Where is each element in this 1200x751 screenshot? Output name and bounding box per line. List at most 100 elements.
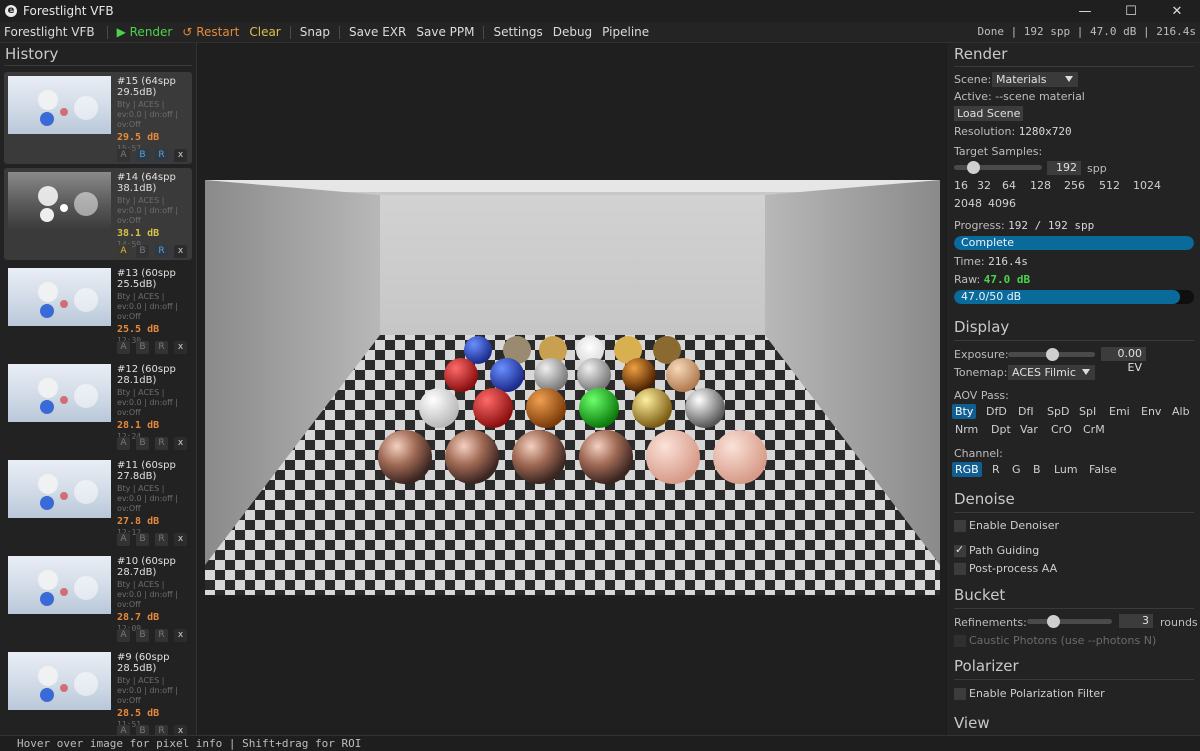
compare-b-button[interactable]: B [136, 725, 149, 735]
history-thumbnail[interactable] [8, 364, 111, 422]
aov-emi[interactable]: Emi [1106, 404, 1133, 419]
aov-var[interactable]: Var [1017, 422, 1041, 437]
preset-512[interactable]: 512 [1099, 179, 1120, 192]
channel-false[interactable]: False [1086, 462, 1120, 477]
aov-alb[interactable]: Alb [1169, 404, 1193, 419]
viewport[interactable] [198, 43, 946, 735]
aov-cro[interactable]: CrO [1048, 422, 1075, 437]
restore-button[interactable]: R [155, 341, 168, 354]
compare-a-button[interactable]: A [117, 629, 130, 642]
history-item[interactable]: #15 (64spp 29.5dB) Bty | ACES | ev:0.0 | … [4, 72, 192, 164]
enable-denoiser-checkbox[interactable] [954, 520, 966, 532]
compare-b-button[interactable]: B [136, 533, 149, 546]
channel-rgb[interactable]: RGB [952, 462, 982, 477]
history-thumbnail[interactable] [8, 172, 111, 230]
compare-b-button[interactable]: B [136, 629, 149, 642]
settings-menu[interactable]: Settings [488, 25, 547, 39]
scene-select[interactable]: Materials [992, 72, 1078, 87]
aov-nrm[interactable]: Nrm [952, 422, 981, 437]
history-thumbnail[interactable] [8, 460, 111, 518]
preset-4096[interactable]: 4096 [988, 197, 1016, 210]
pipeline-menu[interactable]: Pipeline [597, 25, 654, 39]
polarization-checkbox[interactable] [954, 688, 966, 700]
close-button[interactable]: ✕ [1154, 0, 1200, 22]
compare-a-button[interactable]: A [117, 725, 130, 735]
save-ppm-button[interactable]: Save PPM [411, 25, 479, 39]
restore-button[interactable]: R [155, 437, 168, 450]
preset-32[interactable]: 32 [977, 179, 991, 192]
preset-64[interactable]: 64 [1002, 179, 1016, 192]
exposure-thumb[interactable] [1045, 348, 1059, 361]
aov-dfi[interactable]: DfI [1015, 404, 1037, 419]
compare-a-button[interactable]: A [117, 533, 130, 546]
delete-history-button[interactable]: x [174, 341, 187, 354]
debug-menu[interactable]: Debug [548, 25, 597, 39]
target-samples-thumb[interactable] [967, 161, 981, 174]
exposure-input[interactable]: 0.00 EV [1101, 347, 1146, 374]
restore-button[interactable]: R [155, 629, 168, 642]
refinements-thumb[interactable] [1046, 615, 1060, 628]
restore-button[interactable]: R [155, 533, 168, 546]
history-item[interactable]: #13 (60spp 25.5dB) Bty | ACES | ev:0.0 | … [4, 264, 192, 356]
delete-history-button[interactable]: x [174, 437, 187, 450]
post-aa-checkbox[interactable] [954, 563, 966, 575]
aov-bty[interactable]: Bty [952, 404, 977, 419]
delete-history-button[interactable]: x [174, 629, 187, 642]
compare-a-button[interactable]: A [117, 149, 130, 162]
channel-r[interactable]: R [989, 462, 1003, 477]
caustic-photons-checkbox[interactable] [954, 635, 966, 647]
snap-button[interactable]: Snap [295, 25, 335, 39]
load-scene-button[interactable]: Load Scene [954, 106, 1024, 121]
compare-a-button[interactable]: A [117, 437, 130, 450]
history-thumbnail[interactable] [8, 652, 111, 710]
history-thumbnail[interactable] [8, 556, 111, 614]
history-thumbnail[interactable] [8, 268, 111, 326]
restart-button[interactable]: ↺ Restart [177, 25, 244, 39]
render-button[interactable]: ▶ Render [112, 25, 178, 39]
history-item[interactable]: #10 (60spp 28.7dB) Bty | ACES | ev:0.0 | … [4, 552, 192, 644]
restore-button[interactable]: R [155, 725, 168, 735]
compare-a-button[interactable]: A [117, 341, 130, 354]
history-item[interactable]: #14 (64spp 38.1dB) Bty | ACES | ev:0.0 | … [4, 168, 192, 260]
target-samples-input[interactable]: 192 [1047, 161, 1081, 175]
aov-dfd[interactable]: DfD [983, 404, 1010, 419]
history-item[interactable]: #12 (60spp 28.1dB) Bty | ACES | ev:0.0 | … [4, 360, 192, 452]
minimize-button[interactable]: — [1062, 0, 1108, 22]
restore-button[interactable]: R [155, 245, 168, 258]
preset-256[interactable]: 256 [1064, 179, 1085, 192]
channel-g[interactable]: G [1009, 462, 1024, 477]
clear-button[interactable]: Clear [244, 25, 285, 39]
preset-2048[interactable]: 2048 [954, 197, 982, 210]
compare-b-button[interactable]: B [136, 437, 149, 450]
compare-b-button[interactable]: B [136, 341, 149, 354]
render-image[interactable] [205, 180, 940, 595]
refinements-slider[interactable] [1027, 619, 1112, 624]
channel-b[interactable]: B [1030, 462, 1044, 477]
compare-b-button[interactable]: B [136, 149, 149, 162]
history-item[interactable]: #11 (60spp 27.8dB) Bty | ACES | ev:0.0 | … [4, 456, 192, 548]
menu-separator [106, 25, 108, 39]
aov-dpt[interactable]: Dpt [988, 422, 1014, 437]
aov-spd[interactable]: SpD [1044, 404, 1072, 419]
maximize-button[interactable]: ☐ [1108, 0, 1154, 22]
tonemap-select[interactable]: ACES Filmic [1008, 365, 1095, 380]
aov-env[interactable]: Env [1138, 404, 1164, 419]
delete-history-button[interactable]: x [174, 725, 187, 735]
aov-crm[interactable]: CrM [1080, 422, 1108, 437]
delete-history-button[interactable]: x [174, 533, 187, 546]
history-thumbnail[interactable] [8, 76, 111, 134]
restore-button[interactable]: R [155, 149, 168, 162]
aov-spi[interactable]: SpI [1076, 404, 1099, 419]
compare-a-button[interactable]: A [117, 245, 130, 258]
compare-b-button[interactable]: B [136, 245, 149, 258]
preset-128[interactable]: 128 [1030, 179, 1051, 192]
save-exr-button[interactable]: Save EXR [344, 25, 411, 39]
delete-history-button[interactable]: x [174, 149, 187, 162]
preset-1024[interactable]: 1024 [1133, 179, 1161, 192]
preset-16[interactable]: 16 [954, 179, 968, 192]
refinements-input[interactable]: 3 [1119, 614, 1153, 628]
channel-lum[interactable]: Lum [1051, 462, 1081, 477]
history-item[interactable]: #9 (60spp 28.5dB) Bty | ACES | ev:0.0 | d… [4, 648, 192, 735]
path-guiding-checkbox[interactable] [954, 543, 966, 557]
delete-history-button[interactable]: x [174, 245, 187, 258]
